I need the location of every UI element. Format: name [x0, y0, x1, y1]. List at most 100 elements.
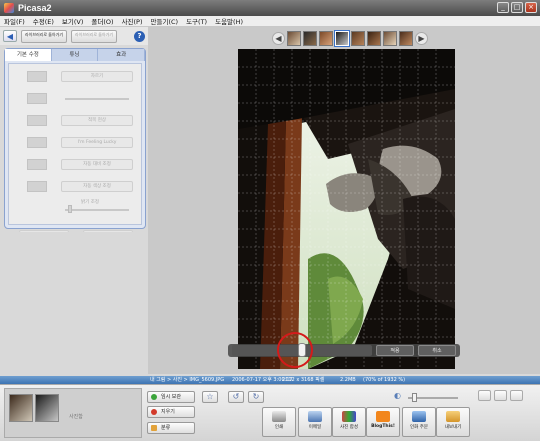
redeye-icon	[27, 115, 47, 126]
close-button[interactable]: ×	[525, 2, 537, 13]
menu-help[interactable]: 도움말(H)	[215, 16, 243, 26]
blogger-icon	[376, 411, 390, 422]
print-button[interactable]: 인쇄	[262, 407, 296, 437]
tab-effects[interactable]: 효과	[98, 49, 146, 61]
contrast-icon	[27, 159, 47, 170]
status-dimensions: 2112 x 3168 픽셀	[282, 377, 325, 383]
auto-color-button[interactable]: 자동 색상 조정	[61, 181, 133, 192]
next-photo-button[interactable]: ▶	[415, 31, 428, 45]
tool-row: 밝기 조정	[9, 200, 143, 213]
tool-row	[9, 92, 143, 105]
sort-button[interactable]: 분류	[147, 422, 195, 434]
straighten-toolbar: 적용 취소	[228, 343, 460, 357]
title-bar: Picasa2 _ □ ×	[0, 0, 540, 16]
window-title: Picasa2	[18, 3, 52, 13]
view-toggle-button[interactable]	[478, 390, 491, 401]
filmstrip-thumb[interactable]	[303, 30, 317, 46]
tab-tuning[interactable]: 튜닝	[51, 49, 99, 61]
rotate-left-button[interactable]: ↺	[228, 391, 244, 403]
straighten-icon	[27, 93, 47, 104]
tab-basic-fixes[interactable]: 기본 수정	[5, 49, 52, 61]
back-button[interactable]: ◀	[3, 30, 17, 42]
tool-row: 적목 현상	[9, 114, 143, 127]
edit-tabs: 기본 수정 튜닝 효과	[5, 49, 146, 61]
export-label: 내보내기	[444, 425, 462, 430]
menu-file[interactable]: 파일(F)	[4, 16, 25, 26]
filmstrip-thumb-selected[interactable]	[334, 29, 350, 47]
maximize-button[interactable]: □	[511, 2, 523, 13]
printer-icon	[272, 411, 286, 422]
filmstrip-thumb[interactable]	[383, 30, 397, 46]
filmstrip-thumb[interactable]	[351, 30, 365, 46]
status-bar: 내 그림 > 사진 > IMG_5609.JPG 2006-07-17 오후 3…	[0, 376, 540, 384]
folder-icon	[151, 425, 157, 431]
back-to-library-button[interactable]: 라이브러리로 돌아가기	[21, 29, 67, 43]
filmstrip-thumb[interactable]	[399, 30, 413, 46]
menu-bar: 파일(F) 수정(E) 보기(V) 폴더(O) 사진(P) 만들기(C) 도구(…	[0, 16, 540, 27]
lucky-icon	[27, 137, 47, 148]
menu-folder[interactable]: 폴더(O)	[91, 16, 113, 26]
sort-button-label: 분류	[161, 424, 171, 431]
main-photo[interactable]	[238, 49, 455, 369]
email-button[interactable]: 이메일	[298, 407, 332, 437]
rotate-right-button[interactable]: ↻	[248, 391, 264, 403]
collage-label: 사진 합성	[340, 425, 358, 430]
thumbnail-size-slider[interactable]	[412, 393, 417, 402]
blogthis-button[interactable]: BlogThis!	[366, 407, 400, 437]
filmstrip-thumb[interactable]	[319, 30, 333, 46]
minimize-button[interactable]: _	[497, 2, 509, 13]
tool-row: I'm Feeling Lucky	[9, 136, 143, 149]
status-zoom: (70% of 1932 %)	[363, 377, 406, 383]
export-folder-icon	[446, 411, 460, 422]
left-toolbar: ◀ 라이브러리로 돌아가기 라이브러리로 돌아가기 ?	[0, 27, 148, 45]
filmstrip-thumb[interactable]	[287, 30, 301, 46]
left-arrow-icon: ◀	[6, 31, 14, 41]
redeye-button[interactable]: 적목 현상	[61, 115, 133, 126]
menu-edit[interactable]: 수정(E)	[33, 16, 54, 26]
tray-label: 사진함	[69, 414, 83, 420]
blogthis-label: BlogThis!	[371, 424, 395, 429]
fill-light-track	[65, 209, 129, 211]
edit-panel: 기본 수정 튜닝 효과 자르기 적목 현상 I'm Feeling Lucky …	[4, 48, 146, 240]
fill-light-slider[interactable]	[68, 205, 72, 213]
apply-button[interactable]: 적용	[376, 345, 414, 356]
auto-contrast-button[interactable]: 자동 대비 조정	[61, 159, 133, 170]
clear-button[interactable]: 지우기	[147, 406, 195, 418]
view-toggle-button[interactable]	[494, 390, 507, 401]
crop-button[interactable]: 자르기	[61, 71, 133, 82]
tool-row: 자동 대비 조정	[9, 158, 143, 171]
menu-tools[interactable]: 도구(T)	[186, 16, 207, 26]
email-icon	[308, 411, 322, 422]
feeling-lucky-button[interactable]: I'm Feeling Lucky	[61, 137, 133, 148]
previous-photo-button[interactable]: ◀	[272, 31, 285, 45]
straighten-track	[65, 98, 129, 100]
star-button[interactable]: ☆	[202, 391, 218, 403]
left-empty-area	[0, 232, 148, 374]
fill-light-label: 밝기 조정	[81, 200, 99, 205]
view-toggle-button[interactable]	[510, 390, 523, 401]
status-path: 내 그림 > 사진 > IMG_5609.JPG	[150, 377, 225, 383]
tray-photo-area: 사진함	[4, 388, 142, 438]
order-prints-button[interactable]: 인화 주문	[402, 407, 436, 437]
tool-row: 자동 색상 조정	[9, 180, 143, 193]
menu-view[interactable]: 보기(V)	[62, 16, 83, 26]
export-button[interactable]: 내보내기	[436, 407, 470, 437]
help-button[interactable]: ?	[134, 30, 145, 42]
hold-button[interactable]: 임시 보관	[147, 391, 195, 403]
cancel-button[interactable]: 취소	[418, 345, 456, 356]
window-controls: _ □ ×	[497, 2, 537, 13]
photo-tray: 사진함 임시 보관 지우기 분류 ☆ ↺ ↻ 인쇄 이메일 사진 합성 Blog…	[0, 384, 540, 441]
crop-icon	[27, 71, 47, 82]
tray-thumb[interactable]	[35, 394, 59, 422]
edit-tools-body: 자르기 적목 현상 I'm Feeling Lucky 자동 대비 조정 자동 …	[8, 63, 143, 240]
menu-create[interactable]: 만들기(C)	[151, 16, 179, 26]
zoom-icon: ◐	[394, 391, 401, 400]
tray-thumb[interactable]	[9, 394, 33, 422]
collage-button[interactable]: 사진 합성	[332, 407, 366, 437]
email-label: 이메일	[308, 425, 322, 430]
filmstrip-thumb[interactable]	[367, 30, 381, 46]
back-to-library-button-2[interactable]: 라이브러리로 돌아가기	[71, 29, 117, 43]
photo-viewer: ◀ ▶ 적용 취소	[148, 27, 540, 374]
menu-picture[interactable]: 사진(P)	[122, 16, 143, 26]
hold-button-label: 임시 보관	[161, 393, 181, 400]
